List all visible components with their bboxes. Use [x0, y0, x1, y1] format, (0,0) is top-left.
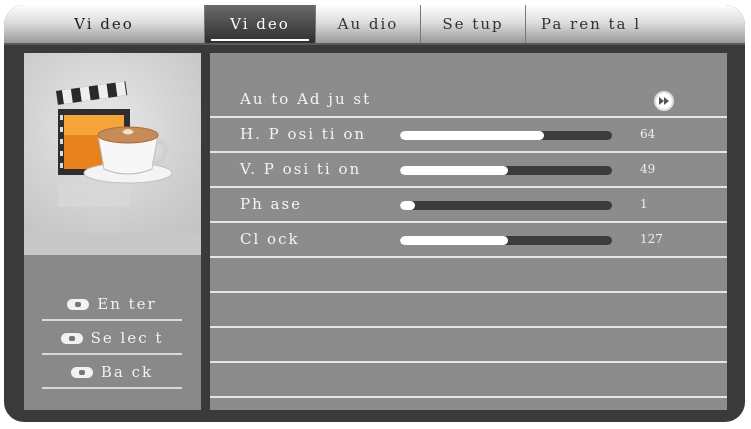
help-select: Se lec t — [42, 323, 182, 355]
clock-slider[interactable] — [400, 236, 612, 245]
v-position-slider[interactable] — [400, 166, 612, 175]
menu-row-empty — [210, 328, 727, 363]
h-position-fill — [400, 131, 545, 140]
help-enter: En ter — [42, 289, 182, 321]
settings-panel: Au to Ad ju st H. P osi ti on 64 V. P os… — [210, 53, 727, 410]
v-position-value: 49 — [640, 162, 656, 176]
h-position-value: 64 — [640, 127, 656, 141]
tab-parental[interactable]: Pa ren ta l — [525, 5, 656, 43]
tab-bar: Vi deo Au dio Se tup Pa ren ta l — [204, 5, 656, 43]
clock-value: 127 — [640, 232, 663, 246]
h-position-label: H. P osi ti on — [240, 125, 367, 143]
menu-row-h-position[interactable]: H. P osi ti on 64 — [210, 118, 727, 153]
exit-key-icon — [70, 366, 93, 378]
video-art — [24, 53, 201, 233]
video-clapboard-coffee-icon — [56, 81, 173, 207]
v-position-label: V. P osi ti on — [240, 160, 362, 178]
menu-header: Vi deo Vi deo Au dio Se tup Pa ren ta l — [4, 5, 745, 45]
menu-row-v-position[interactable]: V. P osi ti on 49 — [210, 153, 727, 188]
clock-fill — [400, 236, 509, 245]
menu-row-empty — [210, 293, 727, 328]
tab-video[interactable]: Vi deo — [204, 5, 315, 43]
help-back-label: Ba ck — [100, 363, 154, 381]
help-enter-label: En ter — [97, 295, 157, 313]
tab-setup[interactable]: Se tup — [420, 5, 525, 43]
osd-frame: Vi deo Vi deo Au dio Se tup Pa ren ta l — [4, 5, 745, 422]
dpad-icon — [60, 332, 83, 344]
clock-label: Cl ock — [240, 230, 300, 248]
help-back: Ba ck — [42, 357, 182, 389]
enter-key-icon — [67, 298, 90, 310]
menu-row-empty — [210, 258, 727, 293]
phase-slider[interactable] — [400, 201, 612, 210]
tab-audio[interactable]: Au dio — [315, 5, 420, 43]
h-position-slider[interactable] — [400, 131, 612, 140]
phase-fill — [400, 201, 415, 210]
left-panel: En ter Se lec t Ba ck — [24, 53, 201, 410]
auto-adjust-label: Au to Ad ju st — [240, 90, 372, 108]
art-band — [24, 233, 201, 255]
v-position-fill — [400, 166, 509, 175]
fast-forward-icon[interactable] — [654, 91, 674, 111]
menu-row-auto-adjust[interactable]: Au to Ad ju st — [210, 83, 727, 118]
help-select-label: Se lec t — [90, 329, 164, 347]
phase-value: 1 — [640, 197, 648, 211]
menu-row-empty — [210, 363, 727, 398]
menu-row-clock[interactable]: Cl ock 127 — [210, 223, 727, 258]
menu-title: Vi deo — [74, 15, 134, 33]
phase-label: Ph ase — [240, 195, 303, 213]
menu-row-phase[interactable]: Ph ase 1 — [210, 188, 727, 223]
